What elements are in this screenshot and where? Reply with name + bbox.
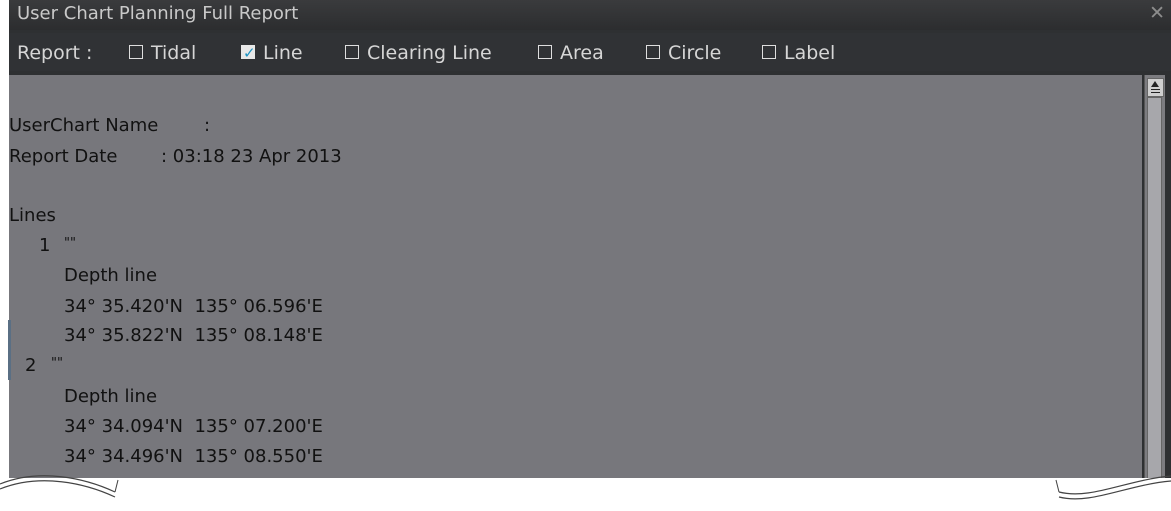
report-date-value: : 03:18 23 Apr 2013 — [161, 146, 342, 167]
line-label: Line — [263, 42, 303, 64]
grip-line — [1151, 92, 1160, 93]
area-label: Area — [560, 42, 604, 64]
background-edge — [8, 320, 11, 380]
report-window: User Chart Planning Full Report ✕ Report… — [9, 0, 1171, 478]
line-point: 34° 35.822'N 135° 08.148'E — [64, 325, 323, 346]
report-filter-bar: Report : Tidal ✓ Line Clearing Line Area… — [9, 33, 1171, 71]
checkbox-box[interactable] — [345, 45, 359, 59]
arrow-up-icon — [1151, 81, 1159, 87]
checkbox-box[interactable] — [129, 45, 143, 59]
grip-line — [1151, 89, 1160, 90]
line-index: 2 — [25, 355, 37, 376]
line-name: "" — [64, 236, 76, 251]
tidal-label: Tidal — [151, 42, 197, 64]
vertical-scrollbar[interactable] — [1144, 75, 1165, 478]
report-date-label: Report Date — [9, 146, 118, 167]
line-name: "" — [51, 356, 63, 371]
checkmark-icon: ✓ — [243, 44, 256, 62]
checkbox-box[interactable] — [762, 45, 776, 59]
torn-edge-right-icon — [1055, 475, 1171, 500]
checkbox-box[interactable] — [538, 45, 552, 59]
report-text-area[interactable]: UserChart Name : Report Date : 03:18 23 … — [9, 75, 1142, 478]
checkbox-box[interactable] — [646, 45, 660, 59]
scroll-thumb[interactable] — [1147, 97, 1162, 478]
userchart-name-value: : — [204, 115, 211, 136]
window-title: User Chart Planning Full Report — [17, 3, 299, 24]
line-point: 34° 34.496'N 135° 08.550'E — [64, 446, 323, 467]
line-type: Depth line — [64, 386, 158, 407]
scroll-up-button[interactable] — [1147, 78, 1164, 97]
line-point: 34° 35.420'N 135° 06.596'E — [64, 296, 323, 317]
clearing-line-label: Clearing Line — [367, 42, 492, 64]
checkbox-box[interactable]: ✓ — [241, 44, 256, 62]
section-title: Lines — [9, 205, 56, 226]
label-label: Label — [784, 42, 836, 64]
title-bar: User Chart Planning Full Report ✕ — [9, 0, 1171, 30]
userchart-name-label: UserChart Name — [9, 115, 159, 136]
close-icon[interactable]: ✕ — [1149, 2, 1165, 24]
report-label: Report : — [17, 42, 93, 64]
line-index: 1 — [39, 235, 51, 256]
circle-label: Circle — [668, 42, 722, 64]
line-point: 34° 34.094'N 135° 07.200'E — [64, 416, 323, 437]
line-type: Depth line — [64, 265, 158, 286]
torn-edge-left-icon — [0, 475, 119, 498]
